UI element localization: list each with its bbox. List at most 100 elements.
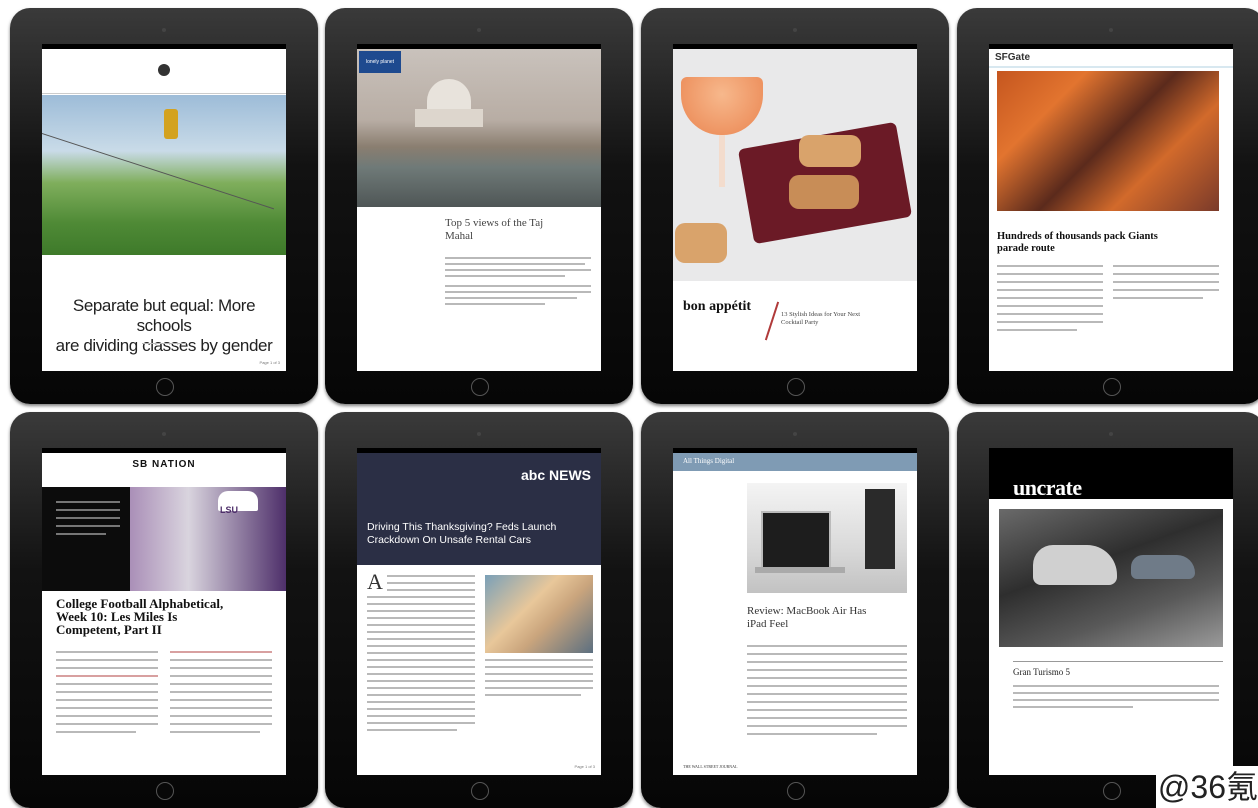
body-text: [56, 707, 158, 709]
home-button[interactable]: [787, 378, 805, 396]
article-headline[interactable]: Driving This Thanksgiving? Feds Launch C…: [367, 521, 597, 547]
body-text: [367, 694, 475, 696]
uncrate-header: uncrate: [989, 453, 1233, 500]
camera: [793, 28, 797, 32]
body-text: [747, 685, 907, 687]
body-text: [56, 651, 158, 653]
screen[interactable]: SB NATION LSU College Football Alphabeti…: [42, 453, 286, 775]
ipad-device-8: uncrate Gran Turismo 5: [957, 412, 1258, 808]
home-button[interactable]: [1103, 782, 1121, 800]
ipad-device-6: abc NEWS Driving This Thanksgiving? Feds…: [325, 412, 633, 808]
body-text: [747, 677, 907, 679]
body-text: [367, 673, 475, 675]
person-figure: [164, 109, 178, 139]
body-text: [170, 675, 272, 677]
article-title[interactable]: Top 5 views of the Taj Mahal: [445, 217, 595, 243]
canape-shape: [675, 223, 727, 263]
lonely-planet-badge: lonely planet: [359, 51, 401, 73]
home-button[interactable]: [1103, 378, 1121, 396]
photo-two-women: [485, 575, 593, 653]
body-text: [170, 715, 272, 717]
screen[interactable]: bon appétit 13 Stylish Ideas for Your Ne…: [673, 49, 917, 371]
body-text: [56, 683, 158, 685]
screen[interactable]: uncrate Gran Turismo 5: [989, 453, 1233, 775]
photo-tightrope: [42, 95, 286, 255]
home-button[interactable]: [471, 782, 489, 800]
body-text: [1113, 273, 1219, 275]
body-text: [56, 715, 158, 717]
photo-parade-crowd: [997, 71, 1219, 211]
byline: [142, 343, 186, 344]
sfgate-logo: SFGate: [995, 52, 1031, 63]
body-text: [367, 687, 475, 689]
body-text: [170, 659, 272, 661]
body-text: [1013, 692, 1219, 694]
caption-text: [56, 517, 120, 519]
home-button[interactable]: [471, 378, 489, 396]
caption-text: [56, 509, 120, 511]
body-text: [997, 321, 1103, 323]
article-headline[interactable]: Gran Turismo 5: [1013, 667, 1070, 677]
allthingsd-header: All Things Digital: [673, 453, 917, 471]
canape-shape: [799, 135, 861, 167]
canape-shape: [789, 175, 859, 209]
screen[interactable]: All Things Digital Review: MacBook Air H…: [673, 453, 917, 775]
laptop-screen: [761, 511, 831, 571]
body-text: [367, 638, 475, 640]
screen[interactable]: lonely planet Top 5 views of the Taj Mah…: [357, 49, 601, 371]
camera: [162, 28, 166, 32]
screen[interactable]: SFGate Hundreds of thousands pack Giants…: [989, 49, 1233, 371]
body-text: [747, 669, 907, 671]
uncrate-logo: uncrate: [1013, 475, 1082, 500]
article-headline[interactable]: Hundreds of thousands pack Giants parade…: [997, 231, 1229, 255]
body-text: [1013, 685, 1219, 687]
article-headline[interactable]: 13 Stylish Ideas for Your Next Cocktail …: [781, 311, 911, 327]
body-text: [485, 659, 593, 661]
body-text: [367, 680, 475, 682]
headline[interactable]: Separate but equal: More schools are div…: [52, 296, 276, 356]
home-button[interactable]: [787, 782, 805, 800]
caption-text: [56, 525, 120, 527]
body-text: [367, 666, 475, 668]
body-text: [747, 653, 907, 655]
body-text: [170, 691, 272, 693]
article-headline[interactable]: College Football Alphabetical, Week 10: …: [56, 597, 280, 636]
body-text: [747, 733, 877, 735]
screen[interactable]: Separate but equal: More schools are div…: [42, 49, 286, 371]
body-text: [485, 694, 581, 696]
home-button[interactable]: [156, 378, 174, 396]
abc-news-logo: abc NEWS: [520, 467, 591, 483]
body-text: [56, 691, 158, 693]
body-text: [56, 723, 158, 725]
body-text: [367, 715, 475, 717]
body-text: [1013, 699, 1219, 701]
article-headline[interactable]: Review: MacBook Air Has iPad Feel: [747, 605, 911, 631]
body-text: [445, 303, 545, 305]
body-text: [367, 617, 475, 619]
home-button[interactable]: [156, 782, 174, 800]
body-text: [997, 313, 1103, 315]
glass-stem: [719, 135, 725, 187]
dome-shape: [427, 79, 471, 109]
body-text: [445, 269, 591, 271]
body-text: [445, 257, 591, 259]
page-indicator: Page 1 of 3: [259, 360, 280, 365]
body-text: [445, 275, 565, 277]
body-text: [485, 680, 593, 682]
body-text: [56, 667, 158, 669]
screen[interactable]: abc NEWS Driving This Thanksgiving? Feds…: [357, 453, 601, 775]
body-text: [485, 687, 593, 689]
body-text: [1113, 265, 1219, 267]
body-text: [367, 708, 475, 710]
body-text: [1113, 281, 1219, 283]
photo-coach: LSU: [42, 487, 286, 591]
body-text: [997, 289, 1103, 291]
dropcap: A: [367, 569, 383, 594]
body-text: [170, 707, 272, 709]
body-text: [170, 667, 272, 669]
body-text: [997, 305, 1103, 307]
ipad-device-3: bon appétit 13 Stylish Ideas for Your Ne…: [641, 8, 949, 404]
glass-shape: [681, 77, 763, 135]
divider: [1013, 661, 1223, 662]
watermark-36kr: @36氪: [1156, 766, 1258, 808]
